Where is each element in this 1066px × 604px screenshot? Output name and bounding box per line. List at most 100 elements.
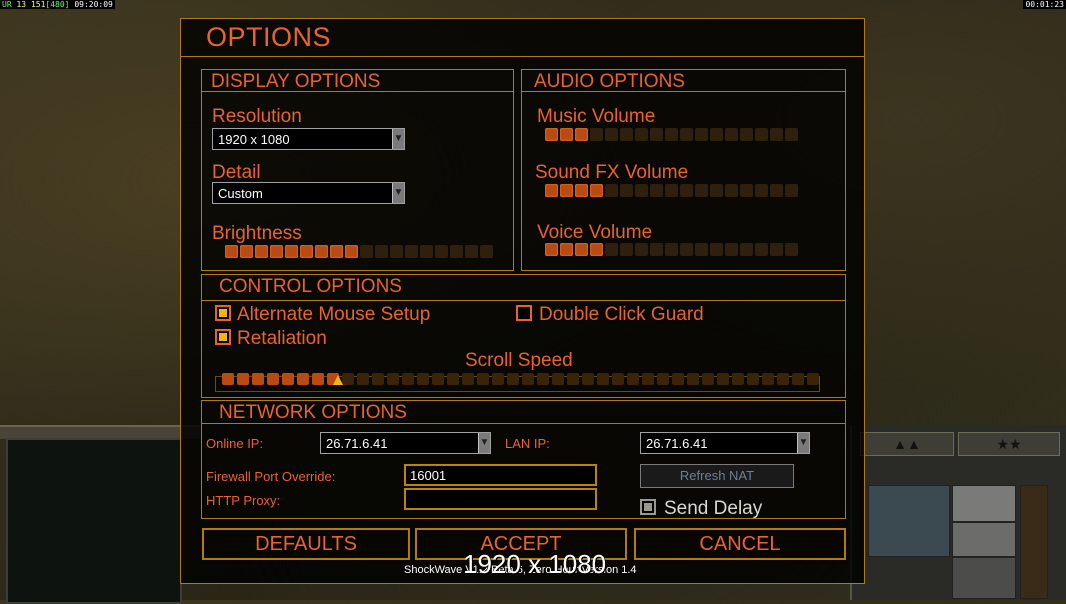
- hud-build-icon-a[interactable]: [952, 485, 1016, 522]
- slider-segment[interactable]: [695, 243, 708, 256]
- slider-segment[interactable]: [267, 373, 279, 385]
- slider-segment[interactable]: [665, 184, 678, 197]
- slider-segment[interactable]: [545, 128, 558, 141]
- hud-build-icon-c[interactable]: [952, 557, 1016, 599]
- slider-segment[interactable]: [390, 245, 403, 258]
- slider-segment[interactable]: [635, 184, 648, 197]
- slider-segment[interactable]: [252, 373, 264, 385]
- double-click-guard-checkbox[interactable]: [516, 305, 532, 321]
- slider-segment[interactable]: [507, 373, 519, 385]
- slider-segment[interactable]: [605, 128, 618, 141]
- slider-segment[interactable]: [665, 128, 678, 141]
- slider-segment[interactable]: [597, 373, 609, 385]
- brightness-slider[interactable]: [225, 245, 493, 258]
- slider-segment[interactable]: [492, 373, 504, 385]
- slider-segment[interactable]: [672, 373, 684, 385]
- slider-segment[interactable]: [312, 373, 324, 385]
- slider-segment[interactable]: [680, 128, 693, 141]
- slider-segment[interactable]: [785, 128, 798, 141]
- resolution-dropdown[interactable]: 1920 x 1080 ▼: [212, 128, 405, 150]
- slider-segment[interactable]: [740, 243, 753, 256]
- slider-segment[interactable]: [755, 184, 768, 197]
- slider-segment[interactable]: [620, 128, 633, 141]
- slider-segment[interactable]: [240, 245, 253, 258]
- slider-segment[interactable]: [450, 245, 463, 258]
- slider-segment[interactable]: [360, 245, 373, 258]
- slider-segment[interactable]: [560, 243, 573, 256]
- slider-segment[interactable]: [282, 373, 294, 385]
- slider-segment[interactable]: [560, 128, 573, 141]
- slider-segment[interactable]: [315, 245, 328, 258]
- slider-segment[interactable]: [635, 128, 648, 141]
- slider-segment[interactable]: [770, 128, 783, 141]
- slider-segment[interactable]: [665, 243, 678, 256]
- slider-segment[interactable]: [342, 373, 354, 385]
- slider-segment[interactable]: [522, 373, 534, 385]
- slider-segment[interactable]: [402, 373, 414, 385]
- slider-segment[interactable]: [777, 373, 789, 385]
- slider-segment[interactable]: [330, 245, 343, 258]
- slider-segment[interactable]: [435, 245, 448, 258]
- sound-fx-volume-slider[interactable]: [545, 184, 798, 197]
- slider-segment[interactable]: [680, 184, 693, 197]
- hud-build-icon-b[interactable]: [952, 522, 1016, 557]
- slider-segment[interactable]: [740, 184, 753, 197]
- slider-segment[interactable]: [755, 243, 768, 256]
- slider-segment[interactable]: [567, 373, 579, 385]
- online-ip-dropdown[interactable]: 26.71.6.41 ▼: [320, 432, 491, 454]
- firewall-port-input[interactable]: 16001: [404, 464, 597, 486]
- slider-segment[interactable]: [650, 128, 663, 141]
- slider-segment[interactable]: [447, 373, 459, 385]
- slider-segment[interactable]: [635, 243, 648, 256]
- slider-segment[interactable]: [297, 373, 309, 385]
- chevron-down-icon[interactable]: ▼: [392, 129, 404, 149]
- slider-segment[interactable]: [725, 128, 738, 141]
- hud-generals-star-icon[interactable]: ★★: [958, 432, 1060, 456]
- slider-segment[interactable]: [762, 373, 774, 385]
- slider-segment[interactable]: [807, 373, 819, 385]
- slider-segment[interactable]: [590, 128, 603, 141]
- slider-segment[interactable]: [770, 184, 783, 197]
- slider-segment[interactable]: [725, 184, 738, 197]
- slider-segment[interactable]: [405, 245, 418, 258]
- slider-segment[interactable]: [792, 373, 804, 385]
- slider-segment[interactable]: [732, 373, 744, 385]
- slider-segment[interactable]: [255, 245, 268, 258]
- slider-segment[interactable]: [680, 243, 693, 256]
- slider-segment[interactable]: [785, 243, 798, 256]
- slider-segment[interactable]: [687, 373, 699, 385]
- slider-segment[interactable]: [465, 245, 478, 258]
- slider-segment[interactable]: [237, 373, 249, 385]
- lan-ip-dropdown[interactable]: 26.71.6.41 ▼: [640, 432, 810, 454]
- slider-segment[interactable]: [695, 184, 708, 197]
- slider-segment[interactable]: [612, 373, 624, 385]
- hud-rank-chevron-icon[interactable]: ▲▲: [860, 432, 954, 456]
- slider-segment[interactable]: [710, 184, 723, 197]
- scroll-speed-slider[interactable]: [222, 373, 819, 386]
- slider-segment[interactable]: [710, 243, 723, 256]
- slider-segment[interactable]: [420, 245, 433, 258]
- slider-segment[interactable]: [462, 373, 474, 385]
- scroll-speed-thumb[interactable]: [333, 375, 343, 385]
- slider-segment[interactable]: [537, 373, 549, 385]
- slider-segment[interactable]: [717, 373, 729, 385]
- slider-segment[interactable]: [575, 243, 588, 256]
- slider-segment[interactable]: [477, 373, 489, 385]
- slider-segment[interactable]: [657, 373, 669, 385]
- slider-segment[interactable]: [375, 245, 388, 258]
- slider-segment[interactable]: [345, 245, 358, 258]
- slider-segment[interactable]: [770, 243, 783, 256]
- voice-volume-slider[interactable]: [545, 243, 798, 256]
- slider-segment[interactable]: [650, 243, 663, 256]
- slider-segment[interactable]: [300, 245, 313, 258]
- slider-segment[interactable]: [710, 128, 723, 141]
- slider-segment[interactable]: [417, 373, 429, 385]
- slider-segment[interactable]: [590, 243, 603, 256]
- slider-segment[interactable]: [725, 243, 738, 256]
- defaults-button[interactable]: DEFAULTS: [202, 528, 410, 560]
- http-proxy-input[interactable]: [404, 488, 597, 510]
- slider-segment[interactable]: [747, 373, 759, 385]
- slider-segment[interactable]: [225, 245, 238, 258]
- slider-segment[interactable]: [387, 373, 399, 385]
- slider-segment[interactable]: [480, 245, 493, 258]
